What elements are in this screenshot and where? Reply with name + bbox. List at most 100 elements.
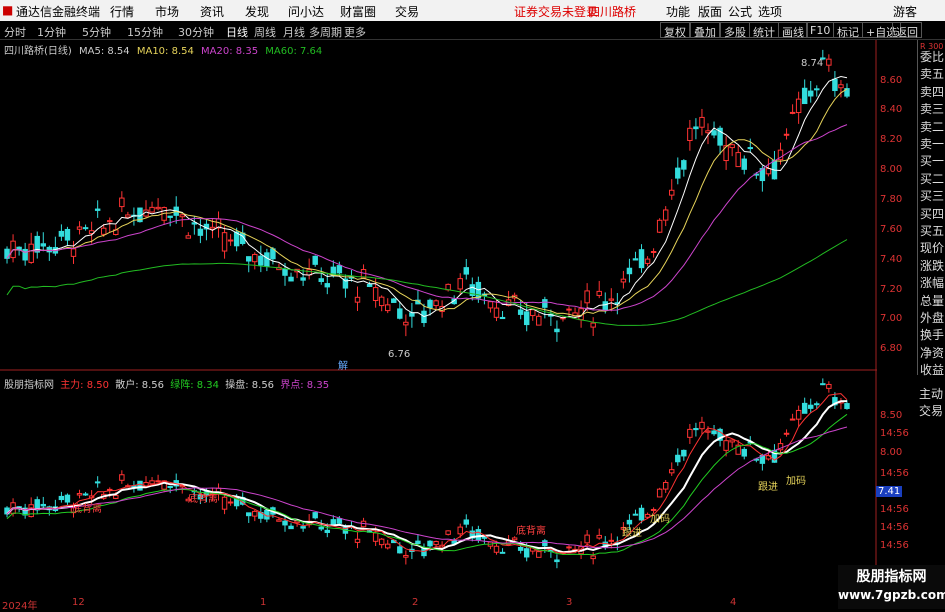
quote-panel-item[interactable]: 涨幅 — [920, 274, 944, 291]
quote-panel-item[interactable]: 收益 — [920, 361, 944, 378]
quote-panel-item[interactable]: 涨跌 — [920, 257, 944, 274]
chart-canvas[interactable] — [0, 40, 877, 597]
menu-bar: ■ 通达信金融终端 行情 市场 资讯 发现 问小达 财富圈 交易 证券交易未登录… — [0, 0, 945, 21]
tongji-button[interactable]: 统计 — [749, 22, 779, 39]
sub-panel-zhudong[interactable]: 主动 — [919, 385, 943, 402]
menu-zixun[interactable]: 资讯 — [200, 3, 224, 20]
huaxian-button[interactable]: 画线 — [778, 22, 808, 39]
login-status[interactable]: 证券交易未登录 — [514, 3, 598, 20]
quote-panel-item[interactable]: 卖二 — [920, 118, 944, 135]
sub-candle — [354, 538, 361, 543]
menu-shichang[interactable]: 市场 — [155, 3, 179, 20]
legend-zhuli: 主力: 8.50 — [60, 380, 110, 391]
sub-candle — [58, 495, 65, 501]
menu-banmian[interactable]: 版面 — [698, 3, 722, 20]
quote-panel-item[interactable]: 买四 — [920, 205, 944, 222]
sub-candle — [64, 494, 71, 503]
menu-caifuquan[interactable]: 财富圈 — [340, 3, 376, 20]
sub-candles — [4, 378, 850, 569]
quote-panel-item[interactable]: 卖三 — [920, 100, 944, 117]
ma10-line — [6, 88, 848, 317]
sub-candle — [584, 534, 590, 544]
legend-ma20: MA20: 8.35 — [201, 46, 259, 57]
menu-gongneng[interactable]: 功能 — [666, 3, 690, 20]
main-candle — [687, 127, 693, 141]
date-tick: 4 — [730, 597, 737, 608]
sub-candle — [445, 530, 451, 535]
period-tab[interactable]: 月线 — [283, 24, 305, 40]
quote-panel-item[interactable]: 卖一 — [920, 135, 944, 152]
main-candle — [789, 111, 796, 114]
sub-candle — [155, 480, 161, 483]
main-candle — [354, 296, 361, 303]
quote-panel-item[interactable]: 委比 — [920, 48, 944, 65]
menu-faxian[interactable]: 发现 — [245, 3, 269, 20]
main-candle — [28, 243, 34, 263]
main-candle — [542, 299, 548, 308]
diejia-button[interactable]: 叠加 — [690, 22, 720, 39]
sub-candle — [523, 548, 530, 558]
period-tab[interactable]: 周线 — [254, 24, 276, 40]
quote-panel-item[interactable]: 净资 — [920, 344, 944, 361]
quote-panel-item[interactable]: 卖四 — [920, 83, 944, 100]
main-candle — [167, 215, 173, 218]
main-candle — [463, 267, 469, 275]
main-candle — [246, 256, 252, 262]
sub-candle — [590, 555, 596, 560]
main-candle — [427, 299, 433, 309]
quote-panel-item[interactable]: 外盘 — [920, 309, 944, 326]
period-tab[interactable]: 分时 — [4, 24, 26, 40]
duogu-button[interactable]: 多股 — [720, 22, 750, 39]
sub-panel-jiaoyi[interactable]: 交易 — [919, 402, 943, 419]
f10-button[interactable]: F10 — [806, 22, 835, 38]
main-candle — [626, 267, 633, 275]
main-candle — [596, 290, 602, 296]
period-tab-more[interactable]: 更多 — [344, 24, 366, 40]
ma5-line — [6, 75, 848, 319]
axis-tick: 7.80 — [880, 194, 903, 205]
fuquan-button[interactable]: 复权 — [660, 22, 690, 39]
quote-panel-item[interactable]: 买二 — [920, 170, 944, 187]
sub-candle — [415, 540, 421, 545]
menu-xuanxiang[interactable]: 选项 — [758, 3, 782, 20]
menu-youke[interactable]: 游客 — [893, 3, 917, 20]
main-candle — [100, 227, 107, 235]
main-candle — [366, 284, 373, 287]
menu-hangqing[interactable]: 行情 — [110, 3, 134, 20]
period-tab-active[interactable]: 日线 — [226, 24, 248, 40]
sub-candle — [76, 493, 83, 496]
period-tab[interactable]: 1分钟 — [37, 24, 66, 40]
quote-panel-item[interactable]: 总量 — [920, 292, 944, 309]
main-candle — [457, 278, 463, 290]
legend-ma5: MA5: 8.54 — [79, 46, 130, 57]
sub-candle — [221, 496, 228, 510]
main-candle — [221, 232, 228, 252]
date-tick: 2024年 — [2, 601, 38, 612]
quote-panel-item[interactable]: 买五 — [920, 222, 944, 239]
date-axis: 2024年 12 1 2 3 4 — [0, 597, 877, 612]
biaoji-button[interactable]: 标记 — [833, 22, 863, 39]
period-tab[interactable]: 15分钟 — [127, 24, 163, 40]
main-candle — [324, 283, 331, 288]
annot-dibeili-2: 底背离 — [188, 494, 218, 505]
sub-candle — [167, 485, 173, 488]
sub-candle — [723, 440, 729, 451]
back-button[interactable]: 返回 — [892, 22, 922, 39]
quote-panel-item[interactable]: 买一 — [920, 152, 944, 169]
stock-name: 四川路桥 — [588, 5, 637, 19]
menu-wenxiaoda[interactable]: 问小达 — [288, 3, 324, 20]
period-tab[interactable]: 多周期 — [309, 24, 342, 40]
quote-panel-item[interactable]: 现价 — [920, 239, 944, 256]
quote-panel-item[interactable]: 卖五 — [920, 65, 944, 82]
sub-candle — [113, 494, 119, 499]
quote-panel-item[interactable]: 买三 — [920, 187, 944, 204]
quote-panel-item[interactable]: 换手 — [920, 326, 944, 343]
main-candle — [391, 298, 397, 303]
main-candle — [119, 197, 125, 208]
menu-gongshi[interactable]: 公式 — [728, 3, 752, 20]
menu-jiaoyi[interactable]: 交易 — [395, 3, 419, 20]
period-tab[interactable]: 30分钟 — [178, 24, 214, 40]
main-candle — [433, 300, 439, 307]
sub-candle — [741, 448, 747, 457]
period-tab[interactable]: 5分钟 — [82, 24, 111, 40]
